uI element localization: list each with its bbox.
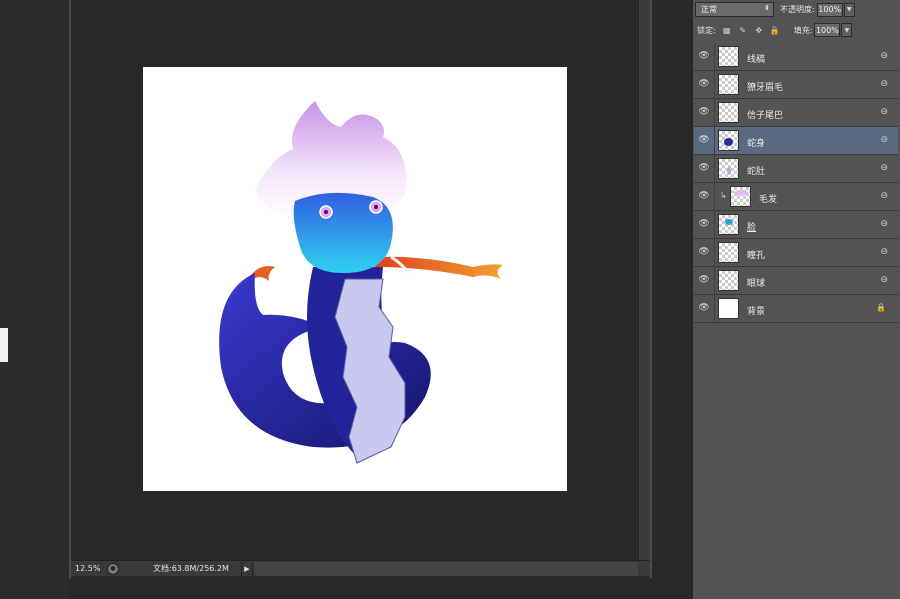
layer-row[interactable]: 👁 眼球 ⊖ — [694, 267, 898, 295]
layer-name: 线稿 — [747, 55, 766, 65]
fill-label: 填充: — [793, 25, 813, 35]
tools-area — [0, 0, 69, 599]
layer-thumbnail — [718, 270, 739, 291]
layer-thumbnail — [718, 74, 739, 95]
left-pupil — [324, 210, 328, 214]
layer-name: 蛇肚 — [747, 167, 766, 177]
layers-list: 👁 线稿 ⊖ 👁 獠牙眉毛 ⊖ 👁 信子尾巴 ⊖ 👁 蛇身 ⊖ 👁 蛇肚 ⊖ 👁… — [694, 43, 898, 323]
layer-name: 獠牙眉毛 — [747, 83, 784, 93]
layer-thumbnail — [718, 46, 739, 67]
status-info-icon[interactable]: ● — [107, 562, 119, 575]
opacity-input[interactable]: 100% — [816, 2, 843, 17]
eye-icon[interactable]: 👁 — [698, 135, 710, 145]
lock-transparent-icon[interactable]: ▦ — [722, 25, 732, 35]
eye-icon[interactable]: 👁 — [698, 107, 710, 117]
layer-row[interactable]: 👁 脸 ⊖ — [694, 211, 898, 239]
clipping-arrow-icon: ↳ — [720, 191, 727, 200]
layer-row-clipped[interactable]: 👁 ↳ 毛发 ⊖ — [694, 183, 898, 211]
layer-thumbnail — [718, 298, 739, 319]
fill-dropdown-icon[interactable]: ▼ — [841, 23, 853, 37]
blend-mode-value: 正常 — [701, 5, 717, 14]
link-icon[interactable]: ⊖ — [880, 79, 888, 89]
layer-row-background[interactable]: 👁 背景 🔒 — [694, 295, 898, 323]
link-icon[interactable]: ⊖ — [880, 219, 888, 229]
layer-thumbnail — [718, 102, 739, 123]
resize-corner[interactable] — [638, 561, 650, 576]
lock-position-icon[interactable]: ✥ — [754, 25, 764, 35]
eye-icon[interactable]: 👁 — [698, 303, 710, 313]
layer-name: 毛发 — [759, 195, 778, 205]
workspace-bottom — [69, 578, 652, 599]
canvas[interactable] — [143, 67, 567, 491]
status-bar: 12.5% ● 文档:63.8M/256.2M ▶ — [71, 560, 650, 576]
layer-row[interactable]: 👁 獠牙眉毛 ⊖ — [694, 71, 898, 99]
layer-row[interactable]: 👁 信子尾巴 ⊖ — [694, 99, 898, 127]
link-icon[interactable]: ⊖ — [880, 191, 888, 201]
link-icon[interactable]: ⊖ — [880, 51, 888, 61]
eye-icon[interactable]: 👁 — [698, 79, 710, 89]
eye-icon[interactable]: 👁 — [698, 163, 710, 173]
lock-fill-row: 锁定: ▦ ✎ ✥ 🔒 填充: 100% ▼ — [695, 23, 853, 37]
layers-panel: 正常 ⬍ 不透明度: 100% ▼ 锁定: ▦ ✎ ✥ 🔒 填充: 100% ▼… — [693, 0, 900, 599]
layer-name: 脸 — [747, 223, 757, 233]
link-icon[interactable]: ⊖ — [880, 135, 888, 145]
panel-gap — [652, 0, 693, 599]
eye-icon[interactable]: 👁 — [698, 275, 710, 285]
status-menu-arrow-icon[interactable]: ▶ — [241, 561, 253, 576]
lock-label: 锁定: — [697, 25, 716, 35]
photoshop-window: 12.5% ● 文档:63.8M/256.2M ▶ 正常 ⬍ 不透明度: 100… — [0, 0, 900, 599]
layer-name: 背景 — [747, 307, 766, 317]
layer-row-selected[interactable]: 👁 蛇身 ⊖ — [694, 127, 898, 155]
lock-image-icon[interactable]: ✎ — [738, 25, 748, 35]
opacity-dropdown-icon[interactable]: ▼ — [843, 2, 855, 17]
zoom-level[interactable]: 12.5% — [71, 564, 105, 573]
tongue — [373, 256, 503, 279]
fill-input[interactable]: 100% — [814, 23, 841, 37]
lock-icon: 🔒 — [876, 303, 886, 312]
link-icon[interactable]: ⊖ — [880, 107, 888, 117]
right-pupil — [374, 205, 378, 209]
layer-thumbnail — [718, 158, 739, 179]
layer-thumbnail — [718, 214, 739, 235]
layer-name: 瞳孔 — [747, 251, 766, 261]
layer-name: 信子尾巴 — [747, 111, 784, 121]
foreground-swatch[interactable] — [0, 328, 8, 362]
blend-options-row: 正常 ⬍ 不透明度: 100% ▼ — [695, 2, 855, 17]
vertical-scrollbar[interactable] — [638, 0, 650, 560]
layer-row[interactable]: 👁 蛇肚 ⊖ — [694, 155, 898, 183]
link-icon[interactable]: ⊖ — [880, 247, 888, 257]
layer-thumbnail — [730, 186, 751, 207]
layer-name: 蛇身 — [747, 139, 766, 149]
opacity-label: 不透明度: — [780, 5, 815, 14]
layer-name: 眼球 — [747, 279, 766, 289]
layer-thumbnail — [718, 130, 739, 151]
layer-row[interactable]: 👁 线稿 ⊖ — [694, 43, 898, 71]
eye-icon[interactable]: 👁 — [698, 51, 710, 61]
eye-icon[interactable]: 👁 — [698, 247, 710, 257]
lock-all-icon[interactable]: 🔒 — [770, 25, 780, 35]
snake-artwork — [219, 101, 503, 464]
layer-row[interactable]: 👁 瞳孔 ⊖ — [694, 239, 898, 267]
eye-icon[interactable]: 👁 — [698, 191, 710, 201]
layer-thumbnail — [718, 242, 739, 263]
link-icon[interactable]: ⊖ — [880, 163, 888, 173]
horizontal-scrollbar[interactable] — [255, 561, 638, 576]
eye-icon[interactable]: 👁 — [698, 219, 710, 229]
blend-mode-select[interactable]: 正常 ⬍ — [695, 2, 774, 17]
link-icon[interactable]: ⊖ — [880, 275, 888, 285]
document-info: 文档:63.8M/256.2M — [153, 564, 229, 573]
chevron-updown-icon: ⬍ — [764, 4, 770, 12]
